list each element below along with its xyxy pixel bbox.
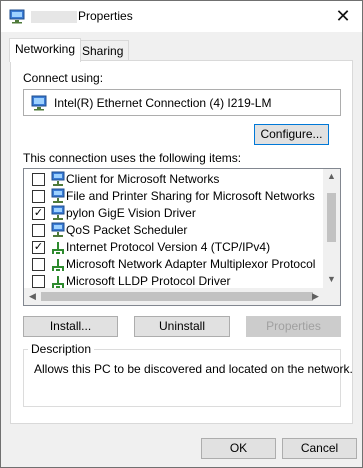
uninstall-button[interactable]: Uninstall <box>134 316 230 337</box>
protocol-icon <box>50 256 66 272</box>
horizontal-scrollbar[interactable]: ◀ ▶ <box>24 288 324 305</box>
item-label: Client for Microsoft Networks <box>66 172 220 186</box>
scrollbar-corner <box>323 288 340 305</box>
item-checkbox[interactable]: ✓ <box>32 207 45 220</box>
scroll-right-icon[interactable]: ▶ <box>307 291 324 302</box>
tab-sharing[interactable]: Sharing <box>76 40 130 62</box>
properties-dialog: Properties ✕ Networking Sharing Connect … <box>0 0 363 468</box>
properties-button[interactable]: Properties <box>246 316 341 337</box>
redacted-adapter-name <box>31 11 77 23</box>
items-label: This connection uses the following items… <box>23 151 242 165</box>
network-client-icon <box>50 188 66 204</box>
vertical-scrollbar[interactable]: ▲ ▼ <box>323 169 340 288</box>
protocol-icon <box>50 273 66 289</box>
install-button[interactable]: Install... <box>23 316 118 337</box>
horizontal-scroll-thumb[interactable] <box>41 292 313 301</box>
list-item[interactable]: Client for Microsoft Networks <box>24 171 324 188</box>
title-bar: Properties ✕ <box>1 1 362 32</box>
item-checkbox[interactable] <box>32 224 45 237</box>
item-label: Microsoft LLDP Protocol Driver <box>66 274 231 288</box>
scroll-left-icon[interactable]: ◀ <box>24 291 41 302</box>
item-label: File and Printer Sharing for Microsoft N… <box>66 189 315 203</box>
item-checkbox[interactable] <box>32 275 45 288</box>
network-client-icon <box>50 222 66 238</box>
item-label: Internet Protocol Version 4 (TCP/IPv4) <box>66 240 271 254</box>
network-client-icon <box>50 171 66 187</box>
list-item[interactable]: ✓ Internet Protocol Version 4 (TCP/IPv4) <box>24 239 324 256</box>
item-checkbox[interactable]: ✓ <box>32 241 45 254</box>
item-checkbox[interactable] <box>32 190 45 203</box>
tab-networking[interactable]: Networking <box>9 38 82 62</box>
description-text: Allows this PC to be discovered and loca… <box>34 362 353 376</box>
network-adapter-icon <box>31 95 47 114</box>
description-group <box>23 349 341 407</box>
close-icon[interactable]: ✕ <box>332 5 354 27</box>
items-list[interactable]: Client for Microsoft Networks File and Pr… <box>23 168 341 306</box>
connect-using-label: Connect using: <box>23 71 104 85</box>
network-adapter-icon <box>9 9 25 24</box>
protocol-icon <box>50 239 66 255</box>
description-legend: Description <box>28 342 95 356</box>
network-client-icon <box>50 205 66 221</box>
list-item[interactable]: QoS Packet Scheduler <box>24 222 324 239</box>
ok-button[interactable]: OK <box>201 438 276 459</box>
item-checkbox[interactable] <box>32 173 45 186</box>
scroll-down-icon[interactable]: ▼ <box>323 274 340 284</box>
configure-button[interactable]: Configure... <box>254 124 329 145</box>
item-label: QoS Packet Scheduler <box>66 223 188 237</box>
item-label: pylon GigE Vision Driver <box>66 206 196 220</box>
scroll-up-icon[interactable]: ▲ <box>323 171 340 181</box>
window-title: Properties <box>78 9 133 23</box>
adapter-field: Intel(R) Ethernet Connection (4) I219-LM <box>23 89 341 116</box>
item-label: Microsoft Network Adapter Multiplexor Pr… <box>66 257 316 271</box>
list-item[interactable]: ✓ pylon GigE Vision Driver <box>24 205 324 222</box>
vertical-scroll-thumb[interactable] <box>327 193 336 242</box>
item-checkbox[interactable] <box>32 258 45 271</box>
adapter-name: Intel(R) Ethernet Connection (4) I219-LM <box>54 96 272 110</box>
list-item[interactable]: File and Printer Sharing for Microsoft N… <box>24 188 324 205</box>
list-item[interactable]: Microsoft Network Adapter Multiplexor Pr… <box>24 256 324 273</box>
cancel-button[interactable]: Cancel <box>282 438 357 459</box>
